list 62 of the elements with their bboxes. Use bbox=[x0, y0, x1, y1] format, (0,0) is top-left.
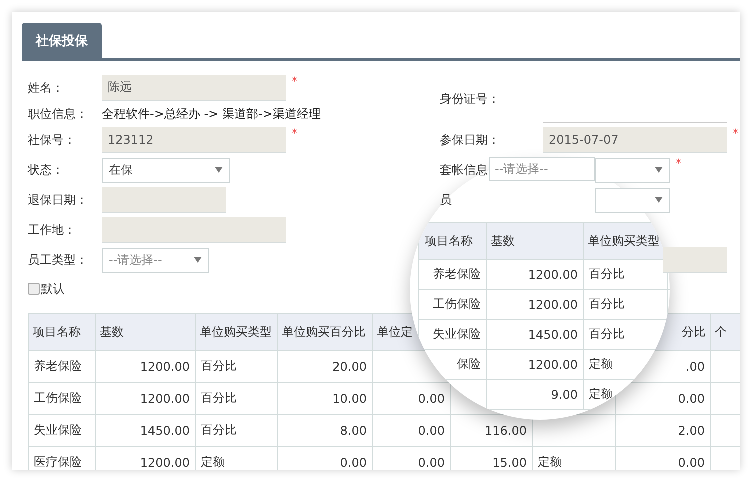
input-field[interactable]: 2015-07-07 bbox=[543, 127, 727, 153]
table-cell: 百分比 bbox=[196, 414, 278, 446]
table-cell: 1200.00 bbox=[486, 350, 584, 380]
caret-icon bbox=[194, 257, 202, 263]
select-field[interactable] bbox=[595, 188, 670, 212]
field-label: 员工类型： bbox=[28, 252, 88, 268]
table-cell: 医疗保险 bbox=[28, 446, 96, 470]
table-cell: 养老保险 bbox=[418, 260, 486, 290]
table-cell: 1450.00 bbox=[96, 414, 196, 446]
select-field[interactable] bbox=[595, 158, 670, 182]
column-header: 单位购买百分比 bbox=[278, 314, 372, 350]
table-cell: 1200.00 bbox=[486, 260, 584, 290]
field-label: 参保日期： bbox=[440, 132, 500, 148]
input-field[interactable] bbox=[102, 217, 286, 243]
table-cell: 1450.00 bbox=[486, 320, 584, 350]
required-mark: * bbox=[292, 75, 298, 88]
table-cell: 百分比 bbox=[196, 350, 278, 382]
table-cell: 失业保险 bbox=[28, 414, 96, 446]
caret-icon bbox=[215, 167, 223, 173]
field-label: 姓名： bbox=[28, 80, 64, 96]
required-mark: * bbox=[676, 157, 682, 170]
field-label: 职位信息： bbox=[28, 106, 88, 122]
field-label: 套帐信息 bbox=[440, 162, 488, 178]
table-cell: 8.00 bbox=[278, 414, 372, 446]
field-label: 员 bbox=[440, 192, 452, 208]
table-cell: 工伤保险 bbox=[418, 290, 486, 320]
field-label: 社保号： bbox=[28, 132, 76, 148]
input-field[interactable] bbox=[663, 247, 727, 273]
table-cell: 1200.00 bbox=[96, 382, 196, 414]
tab[interactable]: 社保投保 bbox=[22, 23, 102, 58]
column-header: 单位购买类型 bbox=[196, 314, 278, 350]
default-checkbox[interactable]: 默认 bbox=[28, 279, 65, 299]
field-label: 状态： bbox=[28, 162, 64, 178]
table-cell: 10.00 bbox=[278, 382, 372, 414]
table-cell: 百分比 bbox=[584, 290, 668, 320]
column-header: 项目名称 bbox=[418, 222, 486, 260]
column-header: 项目名称 bbox=[28, 314, 96, 350]
select-field[interactable]: --请选择-- bbox=[102, 248, 209, 272]
table-cell: 9.00 bbox=[486, 380, 584, 410]
required-mark: * bbox=[292, 127, 298, 140]
table-cell: 1200.00 bbox=[486, 290, 584, 320]
select-field[interactable]: 在保 bbox=[102, 158, 230, 182]
column-header: 基数 bbox=[96, 314, 196, 350]
input-field[interactable] bbox=[102, 187, 226, 213]
table-cell: 20.00 bbox=[278, 350, 372, 382]
field-label: 工作地： bbox=[28, 222, 76, 238]
field-label: 退保日期： bbox=[28, 192, 88, 208]
caret-icon bbox=[655, 197, 663, 203]
column-header: 个 bbox=[710, 314, 740, 350]
required-mark: * bbox=[733, 127, 738, 140]
column-header: 基数 bbox=[486, 222, 584, 260]
caret-icon bbox=[655, 167, 663, 173]
field-label: 身份证号： bbox=[440, 90, 500, 108]
table-cell: 养老保险 bbox=[28, 350, 96, 382]
input-field[interactable]: 陈远 bbox=[102, 75, 286, 101]
input-field[interactable]: 123112 bbox=[102, 127, 286, 153]
select-field[interactable]: --请选择-- bbox=[489, 157, 595, 181]
table-cell: 1200.00 bbox=[96, 350, 196, 382]
table-cell: 工伤保险 bbox=[28, 382, 96, 414]
field-value: 全程软件->总经办 -> 渠道部->渠道经理 bbox=[102, 106, 321, 122]
table-cell: 百分比 bbox=[196, 382, 278, 414]
table-cell: 失业保险 bbox=[418, 320, 486, 350]
